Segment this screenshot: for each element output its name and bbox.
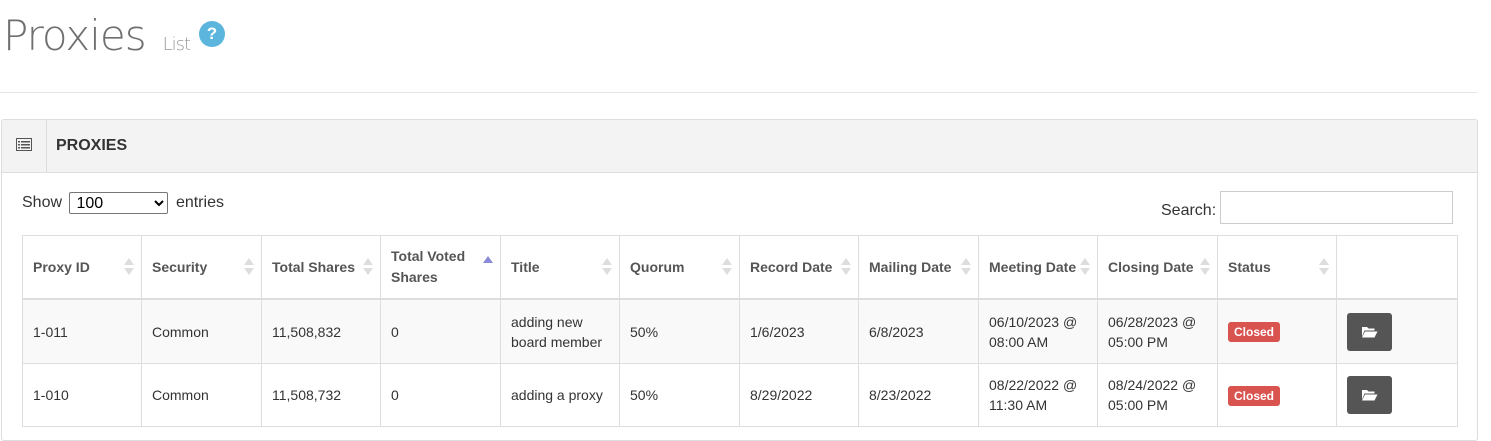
col-header-closing-date[interactable]: Closing Date <box>1097 235 1218 300</box>
col-header-record-date[interactable]: Record Date <box>739 235 859 300</box>
col-header-label: Total Shares <box>272 258 355 275</box>
proxies-table: Proxy ID Security Total Shares Total Vot… <box>22 235 1458 427</box>
page-header: Proxies List ? <box>0 0 1477 93</box>
sort-icon <box>244 258 254 276</box>
cell-security: Common <box>141 298 262 364</box>
entries-label: entries <box>175 194 224 212</box>
cell-closing-date: 06/28/2023 @ 05:00 PM <box>1097 298 1218 364</box>
panel-icon-box <box>2 120 47 172</box>
cell-actions <box>1336 363 1458 427</box>
col-header-label: Total Voted Shares <box>391 248 466 285</box>
page-title: Proxies List <box>3 10 191 61</box>
sort-icon <box>961 258 971 276</box>
sort-icon <box>602 258 612 276</box>
col-header-label: Mailing Date <box>869 258 952 275</box>
cell-title: adding new board member <box>500 298 620 364</box>
sort-icon <box>1200 258 1210 276</box>
cell-proxy-id: 1-010 <box>22 363 142 427</box>
table-header-row: Proxy ID Security Total Shares Total Vot… <box>22 235 1458 300</box>
cell-title: adding a proxy <box>500 363 620 427</box>
sort-icon <box>124 258 134 276</box>
cell-actions <box>1336 298 1458 364</box>
cell-proxy-id: 1-011 <box>22 298 142 364</box>
col-header-label: Status <box>1228 258 1271 275</box>
col-header-total-voted-shares[interactable]: Total Voted Shares <box>380 235 501 300</box>
col-header-mailing-date[interactable]: Mailing Date <box>858 235 979 300</box>
sort-icon <box>841 258 851 276</box>
cell-total-shares: 11,508,832 <box>261 298 381 364</box>
cell-security: Common <box>141 363 262 427</box>
status-badge: Closed <box>1228 322 1281 342</box>
col-header-security[interactable]: Security <box>141 235 262 300</box>
cell-mailing-date: 6/8/2023 <box>858 298 979 364</box>
sort-icon <box>722 258 732 276</box>
list-icon <box>16 138 32 151</box>
open-proxy-button[interactable] <box>1347 376 1392 414</box>
col-header-status[interactable]: Status <box>1217 235 1337 300</box>
table-row[interactable]: 1-010 Common 11,508,732 0 adding a proxy… <box>22 363 1458 427</box>
cell-status: Closed <box>1217 363 1337 427</box>
cell-quorum: 50% <box>619 363 740 427</box>
cell-voted-shares: 0 <box>380 363 501 427</box>
sort-icon <box>1080 258 1090 276</box>
col-header-label: Record Date <box>750 258 833 275</box>
folder-open-icon <box>1362 326 1378 337</box>
panel-heading: PROXIES <box>2 120 1477 173</box>
cell-record-date: 1/6/2023 <box>739 298 859 364</box>
sort-icon <box>1319 258 1329 276</box>
sort-ascending-icon <box>483 256 493 274</box>
cell-meeting-date: 06/10/2023 @ 08:00 AM <box>978 298 1098 364</box>
col-header-total-shares[interactable]: Total Shares <box>261 235 381 300</box>
entries-select[interactable]: 100 <box>69 192 169 214</box>
col-header-label: Quorum <box>630 258 685 275</box>
search-label: Search: <box>1161 202 1217 219</box>
col-header-title[interactable]: Title <box>500 235 620 300</box>
col-header-label: Security <box>152 258 208 275</box>
page-title-main: Proxies <box>3 11 147 60</box>
search-input[interactable] <box>1220 191 1453 224</box>
cell-meeting-date: 08/22/2022 @ 11:30 AM <box>978 363 1098 427</box>
table-row[interactable]: 1-011 Common 11,508,832 0 adding new boa… <box>22 298 1458 364</box>
cell-closing-date: 08/24/2022 @ 05:00 PM <box>1097 363 1218 427</box>
cell-voted-shares: 0 <box>380 298 501 364</box>
cell-mailing-date: 8/23/2022 <box>858 363 979 427</box>
col-header-proxy-id[interactable]: Proxy ID <box>22 235 142 300</box>
sort-icon <box>363 258 373 276</box>
help-icon[interactable]: ? <box>199 21 225 47</box>
col-header-quorum[interactable]: Quorum <box>619 235 740 300</box>
col-header-label: Meeting Date <box>989 258 1077 275</box>
cell-record-date: 8/29/2022 <box>739 363 859 427</box>
status-badge: Closed <box>1228 385 1281 406</box>
panel-title: PROXIES <box>56 137 128 154</box>
col-header-label: Closing Date <box>1108 258 1194 275</box>
entries-length-control: Show 100 entries <box>22 192 224 214</box>
col-header-label: Title <box>511 258 540 275</box>
cell-quorum: 50% <box>619 298 740 364</box>
col-header-actions <box>1336 235 1458 300</box>
show-label: Show <box>22 194 63 212</box>
col-header-label: Proxy ID <box>33 258 90 275</box>
open-proxy-button[interactable] <box>1347 312 1392 351</box>
folder-open-icon <box>1362 390 1378 401</box>
page-title-subtitle: List <box>162 34 191 55</box>
col-header-meeting-date[interactable]: Meeting Date <box>978 235 1098 300</box>
cell-status: Closed <box>1217 298 1337 364</box>
cell-total-shares: 11,508,732 <box>261 363 381 427</box>
